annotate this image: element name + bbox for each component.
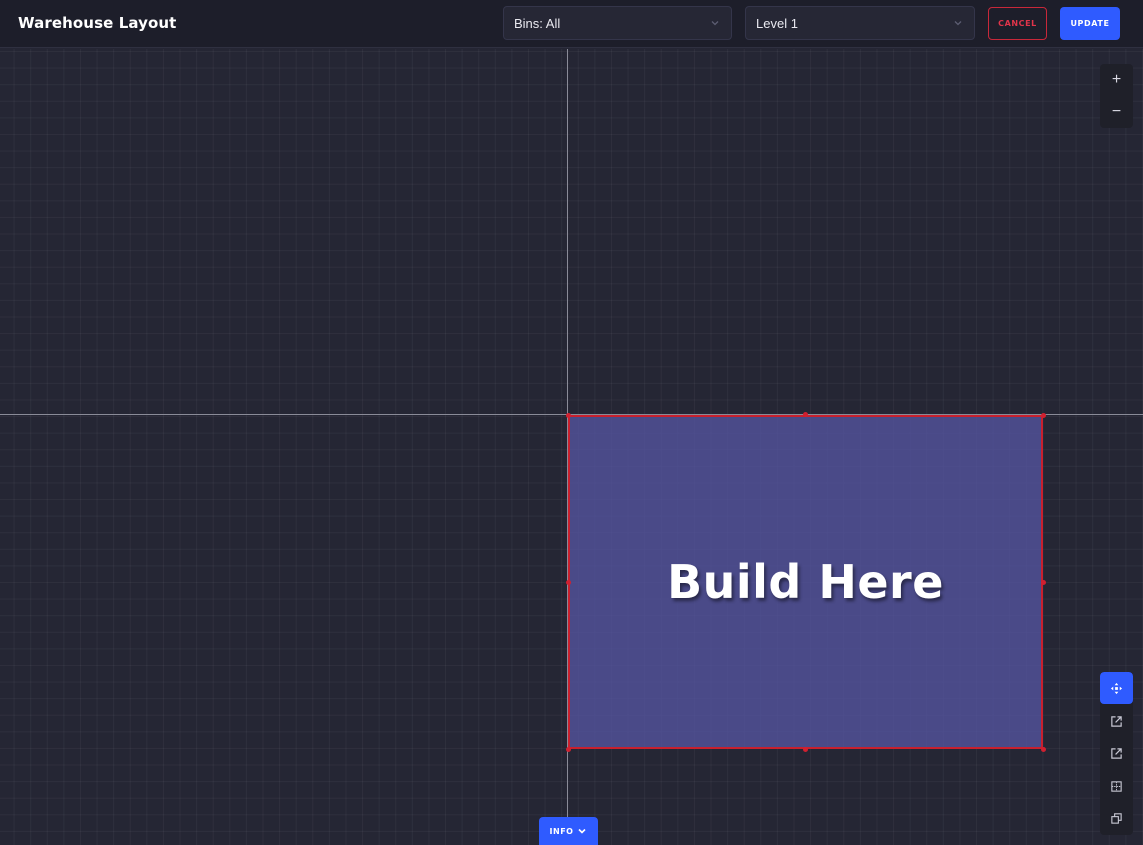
- layout-canvas[interactable]: Build Here + − INFO: [0, 49, 1143, 845]
- resize-handle-top-left[interactable]: [566, 413, 571, 418]
- chevron-down-icon: [578, 828, 587, 834]
- resize-handle-right[interactable]: [1041, 580, 1046, 585]
- external-link-icon: [1111, 747, 1122, 759]
- bins-select[interactable]: Bins: All: [503, 6, 732, 40]
- resize-handle-top-right[interactable]: [1041, 413, 1046, 418]
- grid-tool-button[interactable]: [1100, 770, 1133, 802]
- zoom-out-button[interactable]: −: [1100, 96, 1133, 128]
- tool-panel: [1100, 672, 1133, 835]
- update-button[interactable]: UPDATE: [1060, 7, 1120, 40]
- move-icon: [1110, 682, 1123, 694]
- copy-icon: [1111, 812, 1122, 824]
- resize-handle-bottom-right[interactable]: [1041, 747, 1046, 752]
- external-link-icon: [1111, 715, 1122, 727]
- grid-icon: [1111, 780, 1122, 792]
- level-select-value: Level 1: [756, 15, 798, 31]
- zoom-controls: + −: [1100, 64, 1133, 128]
- resize-handle-top[interactable]: [803, 412, 808, 417]
- level-select[interactable]: Level 1: [745, 6, 975, 40]
- chevron-down-icon: [954, 21, 962, 26]
- copy-tool-button[interactable]: [1100, 802, 1133, 834]
- resize-handle-left[interactable]: [566, 580, 571, 585]
- top-bar: Warehouse Layout Bins: All Level 1 CANCE…: [0, 0, 1143, 48]
- info-toggle-button[interactable]: INFO: [539, 817, 598, 845]
- open-external-button[interactable]: [1100, 705, 1133, 737]
- build-area-label: Build Here: [667, 555, 944, 609]
- cancel-button[interactable]: CANCEL: [988, 7, 1047, 40]
- resize-handle-bottom[interactable]: [803, 747, 808, 752]
- move-tool-button[interactable]: [1100, 672, 1133, 704]
- bins-select-value: Bins: All: [514, 15, 561, 31]
- resize-handle-bottom-left[interactable]: [566, 747, 571, 752]
- info-tab-label: INFO: [549, 826, 574, 836]
- open-external-button-2[interactable]: [1100, 737, 1133, 769]
- build-area[interactable]: Build Here: [568, 415, 1043, 749]
- page-title: Warehouse Layout: [18, 14, 177, 32]
- chevron-down-icon: [711, 21, 719, 26]
- zoom-in-button[interactable]: +: [1100, 64, 1133, 96]
